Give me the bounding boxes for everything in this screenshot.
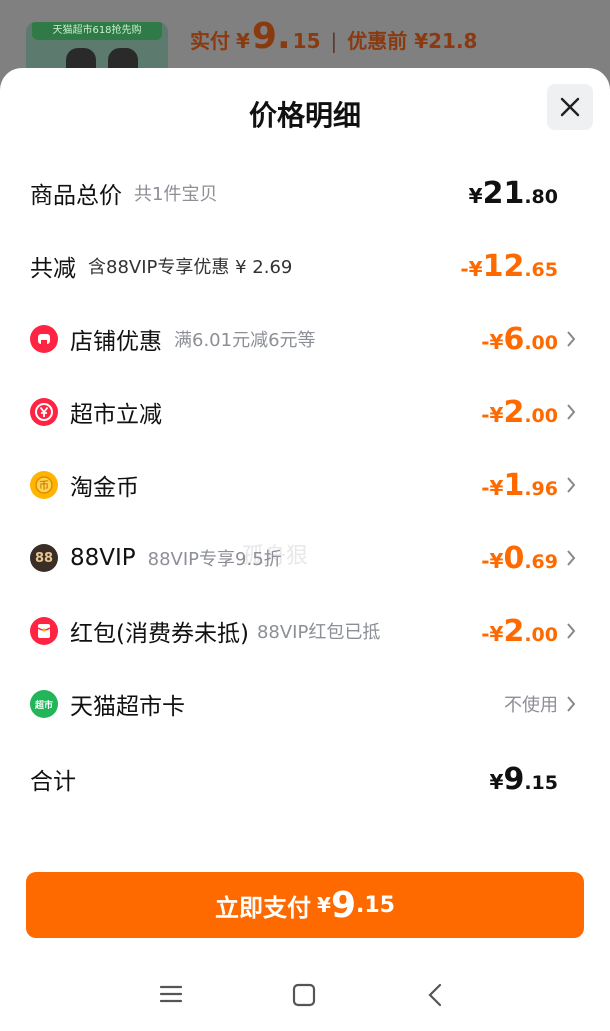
row-supermarket-discount[interactable]: 超市立减 -¥ 2.00	[0, 387, 610, 437]
row-label: 88VIP	[70, 545, 136, 571]
row-amount: -¥ 0.69	[481, 540, 558, 576]
row-amount: -¥ 1.96	[481, 467, 558, 503]
row-sub: 含88VIP专享优惠 ¥ 2.69	[88, 257, 293, 278]
product-promo-tag: 天猫超市618抢先购	[32, 22, 162, 40]
red-packet-icon	[30, 617, 58, 645]
row-label: 淘金币	[70, 475, 139, 501]
row-amount: -¥ 12.65	[460, 248, 558, 284]
row-status-text: 不使用	[504, 695, 558, 716]
gold-coin-icon: 币	[30, 471, 58, 499]
row-amount: -¥ 2.00	[481, 394, 558, 430]
chevron-right-icon	[567, 696, 576, 712]
row-label: 超市立减	[70, 402, 162, 428]
row-total-discount: 共减 含88VIP专享优惠 ¥ 2.69 -¥ 12.65	[0, 241, 610, 291]
row-amount: ¥9.15	[489, 761, 558, 797]
row-label: 共减	[30, 256, 76, 282]
supermarket-card-icon: 超市	[30, 690, 58, 718]
row-red-packet[interactable]: 红包(消费券未抵) 88VIP红包已抵 -¥ 2.00	[0, 606, 610, 656]
row-label: 商品总价	[30, 183, 122, 209]
sheet-title: 价格明细	[248, 99, 361, 132]
row-shop-discount[interactable]: 店铺优惠 满6.01元减6元等 -¥ 6.00	[0, 314, 610, 364]
shop-icon	[30, 325, 58, 353]
row-taojinbi[interactable]: 币 淘金币 -¥ 1.96	[0, 460, 610, 510]
row-amount: -¥ 6.00	[481, 321, 558, 357]
row-label: 店铺优惠	[70, 329, 162, 355]
back-icon[interactable]	[426, 982, 444, 1008]
row-amount: -¥ 2.00	[481, 613, 558, 649]
chevron-right-icon	[567, 404, 576, 420]
yen-coupon-icon	[30, 398, 58, 426]
row-sub: 共1件宝贝	[134, 184, 218, 205]
row-tmall-card[interactable]: 超市 天猫超市卡 不使用	[0, 679, 610, 729]
row-label: 红包(消费券未抵)	[70, 621, 249, 647]
system-navigation-bar	[0, 970, 610, 1020]
vip-88-icon: 88	[30, 544, 58, 572]
background-price: 实付 ¥ 9. 15 | 优惠前 ¥21.8	[190, 16, 478, 57]
row-amount: ¥21.80	[468, 175, 558, 211]
row-label: 合计	[30, 769, 76, 795]
chevron-right-icon	[567, 477, 576, 493]
row-88vip[interactable]: 88 88VIP 88VIP专享9.5折 -¥ 0.69	[0, 533, 610, 583]
row-grand-total: 合计 ¥9.15	[0, 754, 610, 804]
close-icon	[560, 97, 580, 117]
svg-text:币: 币	[39, 480, 49, 492]
close-button[interactable]	[547, 84, 593, 130]
row-sub: 满6.01元减6元等	[174, 330, 316, 351]
chevron-right-icon	[567, 550, 576, 566]
menu-icon[interactable]	[158, 982, 184, 1006]
home-icon[interactable]	[291, 982, 317, 1008]
row-label: 天猫超市卡	[70, 694, 185, 720]
pay-now-button[interactable]: 立即支付 ¥ 9 .15	[26, 872, 584, 938]
row-total-goods-price: 商品总价 共1件宝贝 ¥21.80	[0, 168, 610, 218]
chevron-right-icon	[567, 623, 576, 639]
row-sub: 88VIP红包已抵	[256, 622, 381, 643]
chevron-right-icon	[567, 331, 576, 347]
row-sub: 88VIP专享9.5折	[147, 549, 282, 570]
